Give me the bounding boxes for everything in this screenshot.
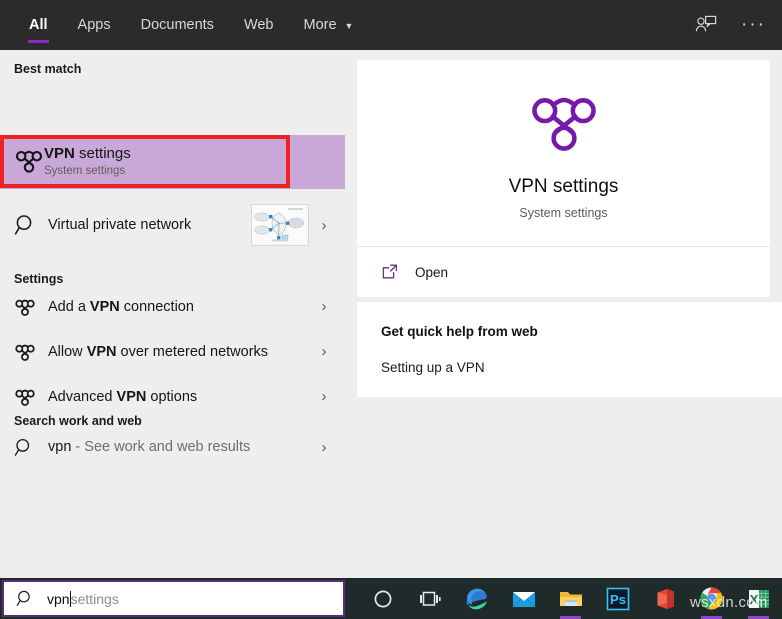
- chevron-right-icon[interactable]: ›: [311, 217, 337, 234]
- windows-search-panel: All Apps Documents Web More ▼ ··· Best m…: [0, 0, 782, 619]
- preview-header: VPN settings System settings: [357, 60, 770, 246]
- search-input-value: vpn: [47, 590, 70, 607]
- photoshop-icon[interactable]: Ps: [594, 578, 641, 619]
- taskbar: vpn settings Ps X: [0, 578, 782, 619]
- setting-label: Allow VPN over metered networks: [48, 343, 311, 361]
- more-options-icon[interactable]: ···: [741, 15, 766, 34]
- task-view-icon[interactable]: [406, 578, 453, 619]
- tab-active-underline: [28, 40, 49, 43]
- tab-more[interactable]: More ▼: [289, 0, 369, 50]
- quick-help-link-0[interactable]: Setting up a VPN: [381, 360, 782, 375]
- label-post: over metered networks: [116, 343, 269, 360]
- label-pre: Allow: [48, 343, 87, 360]
- result-vpn-settings-text: VPN settings System settings: [44, 145, 345, 179]
- search-input-suggestion: settings: [70, 590, 119, 607]
- svg-text:X: X: [749, 592, 758, 607]
- tab-all-label: All: [29, 17, 48, 33]
- result-vpn-text: Virtual private network: [48, 216, 251, 234]
- result-title-bold: VPN: [44, 145, 75, 162]
- external-link-icon: [381, 263, 411, 281]
- taskbar-app-list: Ps X: [345, 578, 782, 619]
- search-query-text: vpn: [48, 439, 72, 455]
- quick-help-card: Get quick help from web Setting up a VPN: [357, 302, 782, 397]
- results-list: Best match VPN settings System settings …: [0, 50, 345, 578]
- result-title-rest: settings: [74, 145, 131, 162]
- setting-allow-vpn-metered-text: Allow VPN over metered networks: [48, 343, 311, 361]
- search-work-web-item[interactable]: vpn - See work and web results ›: [0, 428, 345, 466]
- tab-documents-label: Documents: [140, 17, 214, 33]
- preview-title: VPN settings: [508, 176, 619, 197]
- tab-documents[interactable]: Documents: [126, 0, 229, 50]
- result-virtual-private-network-title: Virtual private network: [48, 217, 192, 233]
- chevron-down-icon: ▼: [344, 20, 354, 31]
- label-pre: Add a: [48, 298, 90, 315]
- result-vpn-settings-title: VPN settings: [44, 145, 345, 163]
- topbar-actions: ···: [693, 12, 782, 38]
- chevron-right-icon[interactable]: ›: [311, 343, 337, 360]
- result-virtual-private-network[interactable]: Virtual private network ›: [0, 199, 345, 251]
- setting-label: Add a VPN connection: [48, 298, 311, 316]
- chrome-icon[interactable]: [688, 578, 735, 619]
- tab-web[interactable]: Web: [229, 0, 289, 50]
- open-button-label: Open: [415, 264, 449, 280]
- mail-icon[interactable]: [500, 578, 547, 619]
- preview-header-card: VPN settings System settings Open: [357, 60, 770, 297]
- tab-web-label: Web: [243, 17, 274, 33]
- search-work-web-label: vpn - See work and web results: [48, 438, 311, 456]
- search-query-description: - See work and web results: [71, 439, 251, 455]
- result-vpn-settings-subtitle: System settings: [44, 165, 126, 177]
- setting-add-vpn-connection[interactable]: Add a VPN connection ›: [0, 286, 345, 327]
- vpn-knot-icon: [14, 342, 48, 361]
- office-icon[interactable]: [641, 578, 688, 619]
- search-icon: [16, 589, 35, 608]
- preview-subtitle: System settings: [519, 206, 608, 220]
- edge-icon[interactable]: [453, 578, 500, 619]
- tab-list: All Apps Documents Web More ▼: [0, 0, 368, 50]
- label-bold: VPN: [89, 298, 120, 315]
- chevron-right-icon[interactable]: ›: [311, 298, 337, 315]
- chevron-right-icon[interactable]: ›: [311, 388, 337, 405]
- tab-apps-label: Apps: [77, 17, 111, 33]
- tab-all[interactable]: All: [14, 0, 63, 50]
- feedback-icon[interactable]: [693, 12, 719, 38]
- label-post: options: [146, 388, 198, 405]
- search-icon: [14, 437, 48, 458]
- search-icon: [14, 213, 48, 237]
- vpn-knot-icon: [14, 297, 48, 316]
- file-explorer-icon[interactable]: [547, 578, 594, 619]
- cortana-icon[interactable]: [359, 578, 406, 619]
- setting-allow-vpn-metered[interactable]: Allow VPN over metered networks ›: [0, 331, 345, 372]
- label-post: connection: [119, 298, 194, 315]
- vpn-knot-icon-large: [357, 88, 770, 152]
- setting-add-vpn-connection-text: Add a VPN connection: [48, 298, 311, 316]
- quick-help-title: Get quick help from web: [381, 324, 538, 339]
- network-diagram-thumbnail: [251, 204, 309, 246]
- svg-text:Ps: Ps: [610, 592, 626, 607]
- vpn-knot-icon: [14, 147, 44, 178]
- label-bold: VPN: [86, 343, 117, 360]
- best-match-header: Best match: [14, 62, 82, 76]
- tab-more-label: More: [303, 17, 337, 33]
- search-work-web-text: vpn - See work and web results: [48, 438, 311, 456]
- chevron-right-icon[interactable]: ›: [311, 439, 337, 456]
- result-vpn-settings[interactable]: VPN settings System settings: [0, 135, 345, 189]
- excel-icon[interactable]: X: [735, 578, 782, 619]
- open-button[interactable]: Open: [357, 247, 770, 297]
- search-input[interactable]: vpn settings: [2, 580, 345, 617]
- tab-apps[interactable]: Apps: [63, 0, 126, 50]
- preview-pane: VPN settings System settings Open Get qu…: [345, 50, 782, 578]
- search-filter-bar: All Apps Documents Web More ▼ ···: [0, 0, 782, 50]
